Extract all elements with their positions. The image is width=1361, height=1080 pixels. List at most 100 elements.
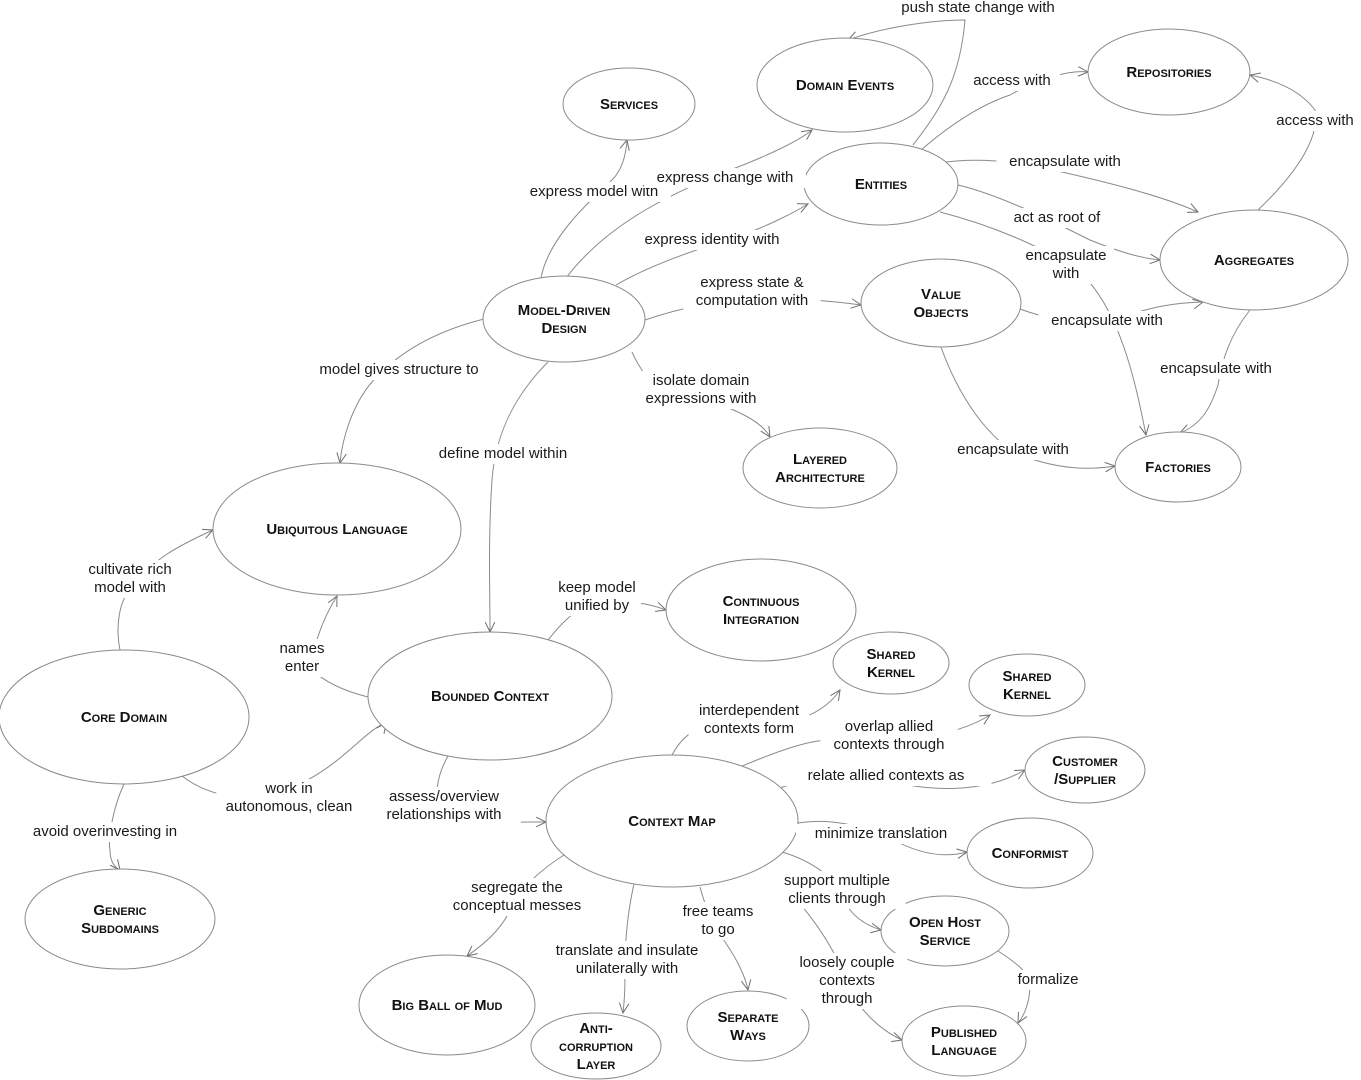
edge-label-text: define model within (439, 445, 567, 462)
node-ellipse[interactable] (1024, 736, 1146, 804)
edge-label-core-ubiquitous: cultivate richmodel with (69, 560, 191, 598)
edge-label-cm-customer-supplier: relate allied contexts as (780, 766, 992, 786)
edge-label-text: model gives structure to (319, 361, 478, 378)
edge-aggregates-repositories (1248, 72, 1317, 211)
edge-label-text: with (1052, 265, 1080, 282)
node-label: Services (600, 96, 658, 113)
edge-label-text: access with (973, 72, 1051, 89)
edge-label-text: unilaterally with (576, 960, 679, 977)
edge-label-cm-shared-kernel-2: overlap alliedcontexts through (820, 717, 958, 755)
edge-label-entities-aggregates-encap: encapsulate with (996, 152, 1134, 172)
edge-label-entities-repositories: access with (963, 71, 1061, 91)
edge-mdd-ubiquitous (336, 318, 485, 465)
node-label: Bounded Context (431, 688, 549, 705)
node-big-ball-of-mud[interactable]: Big Ball of Mud (358, 954, 536, 1056)
node-repositories[interactable]: Repositories (1087, 28, 1251, 116)
edge-label-mdd-bounded: define model within (422, 444, 584, 464)
node-entities[interactable]: Entities (803, 142, 959, 226)
edge-label-text: clients through (788, 890, 886, 907)
node-generic-subdomains[interactable]: GenericSubdomains (24, 868, 216, 970)
node-ellipse[interactable] (742, 427, 898, 509)
edge-label-entities-aggregates-root: act as root of (996, 208, 1118, 228)
edge-label-cm-conformist: minimize translation (796, 824, 966, 844)
node-label: Design (541, 320, 586, 337)
node-label: Open Host (909, 914, 981, 931)
edge-label-cm-anti-corruption: translate and insulateunilaterally with (533, 941, 721, 979)
node-label: Core Domain (81, 709, 167, 726)
node-label: Kernel (1003, 686, 1051, 703)
edge-label-text: model with (94, 579, 166, 596)
node-model-driven-design[interactable]: Model-DrivenDesign (482, 275, 646, 363)
edge-label-text: overlap allied (845, 718, 933, 735)
node-core-domain[interactable]: Core Domain (0, 649, 250, 785)
edge-label-text: computation with (696, 292, 809, 309)
edge-line (489, 361, 549, 633)
edge-label-value-objects-factories: encapsulate with (944, 440, 1082, 460)
edge-label-cm-shared-kernel-1: interdependentcontexts form (688, 701, 810, 739)
node-factories[interactable]: Factories (1114, 431, 1242, 503)
edge-label-text: encapsulate with (1051, 312, 1163, 329)
node-ubiquitous-language[interactable]: Ubiquitous Language (212, 462, 462, 596)
edge-label-open-host-published: formalize (1008, 970, 1088, 990)
node-ellipse[interactable] (665, 558, 857, 662)
node-customer-supplier[interactable]: Customer/Supplier (1024, 736, 1146, 804)
node-label: Published (931, 1024, 997, 1041)
edge-line (1249, 74, 1317, 211)
node-label: Shared (866, 646, 915, 663)
node-value-objects[interactable]: ValueObjects (860, 258, 1022, 348)
edge-mdd-bounded (484, 361, 549, 634)
edge-label-cm-big-ball: segregate theconceptual messes (444, 878, 590, 916)
edge-label-text: encapsulate with (957, 441, 1069, 458)
node-label: Integration (723, 611, 799, 628)
node-label: Repositories (1126, 64, 1211, 81)
node-shared-kernel-2[interactable]: SharedKernel (968, 653, 1086, 717)
node-domain-events[interactable]: Domain Events (756, 37, 934, 133)
node-shared-kernel-1[interactable]: SharedKernel (832, 631, 950, 695)
edge-label-text: encapsulate with (1009, 153, 1121, 170)
node-ellipse[interactable] (24, 868, 216, 970)
node-services[interactable]: Services (562, 67, 696, 141)
edge-label-core-generic: avoid overinvesting in (11, 822, 199, 842)
node-ellipse[interactable] (832, 631, 950, 695)
node-label: Objects (913, 304, 968, 321)
edge-label-text: support multiple (784, 872, 890, 889)
edge-label-text: encapsulate with (1160, 360, 1272, 377)
node-continuous-integration[interactable]: ContinuousIntegration (665, 558, 857, 662)
arrow-head-icon (1248, 72, 1261, 83)
edge-label-text: minimize translation (815, 825, 948, 842)
node-ellipse[interactable] (860, 258, 1022, 348)
edge-label-text: autonomous, clean (226, 798, 353, 815)
node-bounded-context[interactable]: Bounded Context (367, 631, 613, 761)
edge-label-entities-domain-events: push state change with (884, 0, 1072, 18)
node-ellipse[interactable] (968, 653, 1086, 717)
edge-label-text: express model with (530, 183, 658, 200)
node-label: Ubiquitous Language (266, 521, 407, 538)
node-label: Generic (93, 902, 146, 919)
node-label: Ways (730, 1027, 766, 1044)
edge-label-text: contexts through (834, 736, 945, 753)
node-label: Continuous (723, 593, 800, 610)
edge-line (339, 318, 485, 464)
node-label: Factories (1145, 459, 1211, 476)
edge-label-cm-published: loosely couplecontextsthrough (786, 953, 908, 1009)
arrow-head-icon (336, 452, 347, 465)
edge-line (565, 129, 813, 279)
edge-label-text: express change with (657, 169, 794, 186)
node-ellipse[interactable] (901, 1005, 1027, 1077)
node-label: Aggregates (1214, 252, 1294, 269)
node-context-map[interactable]: Context Map (545, 754, 799, 888)
edge-label-text: interdependent (699, 702, 800, 719)
node-anti-corruption-layer[interactable]: Anti-corruptionLayer (530, 1012, 662, 1080)
node-conformist[interactable]: Conformist (966, 817, 1094, 889)
edge-label-text: relate allied contexts as (808, 767, 965, 784)
node-aggregates[interactable]: Aggregates (1159, 209, 1349, 311)
node-layered-architecture[interactable]: LayeredArchitecture (742, 427, 898, 509)
node-published-language[interactable]: PublishedLanguage (901, 1005, 1027, 1077)
edge-label-mdd-domain-events: express change with (644, 168, 806, 188)
node-ellipse[interactable] (482, 275, 646, 363)
edge-label-text: cultivate rich (88, 561, 171, 578)
edge-label-cm-open-host: support multipleclients through (768, 871, 906, 909)
edge-label-text: assess/overview (389, 788, 499, 805)
node-label: Language (931, 1042, 996, 1059)
edge-label-mdd-ubiquitous: model gives structure to (297, 360, 501, 380)
